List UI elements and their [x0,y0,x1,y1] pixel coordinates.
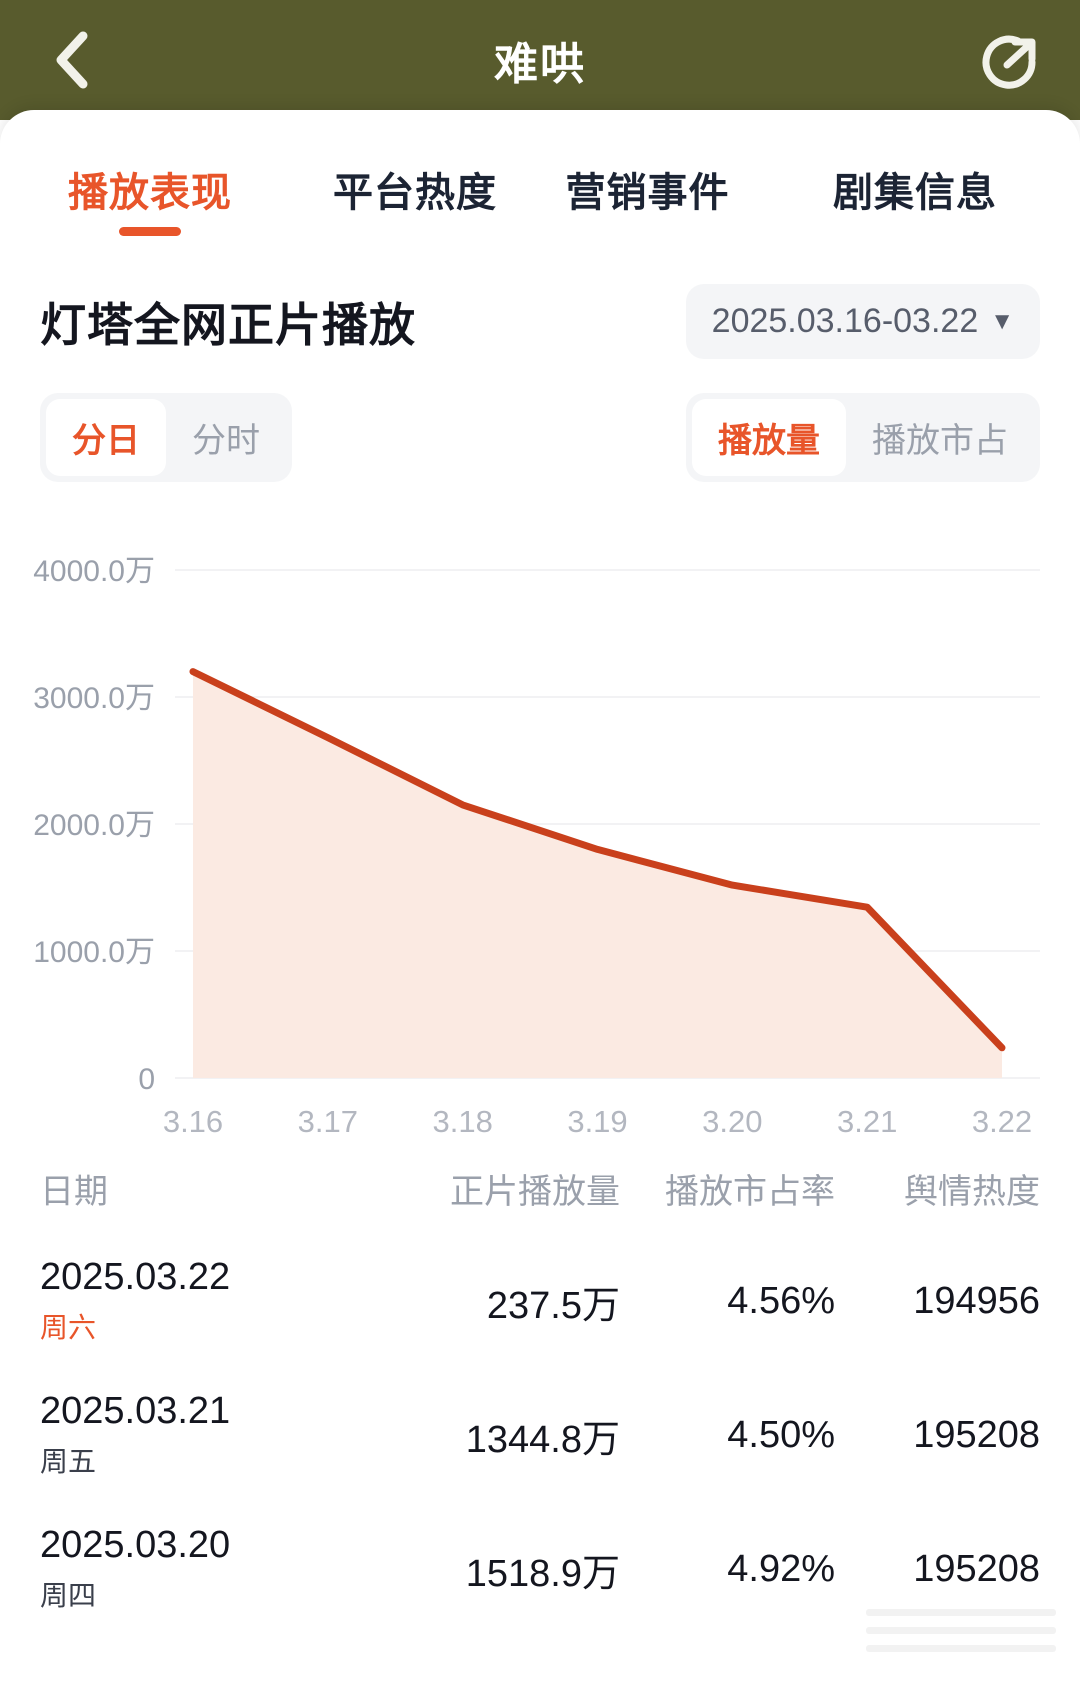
svg-text:0: 0 [138,1063,155,1096]
row-weekday: 周四 [40,1580,97,1612]
tab-label: 平台热度 [333,171,497,215]
granularity-option-daily[interactable]: 分日 [46,399,166,476]
page-title: 难哄 [494,40,586,89]
cell-heat: 195208 [913,1547,1040,1590]
table-row[interactable]: 2025.03.21 周五 1344.8万 4.50% 195208 [40,1368,1040,1502]
column-header-plays: 正片播放量 [450,1172,620,1211]
panel-header: 灯塔全网正片播放 2025.03.16-03.22 ▼ [0,244,1080,359]
tab-platform-heat[interactable]: 平台热度 [300,160,530,244]
row-weekday: 周五 [40,1446,97,1478]
svg-text:3.21: 3.21 [837,1104,897,1139]
cell-plays: 1344.8万 [465,1418,620,1461]
chart-svg: 4000.0万3000.0万2000.0万1000.0万0 3.16 3.17 3.… [33,555,1040,1139]
table-row[interactable]: 2025.03.20 周四 1518.9万 4.92% 195208 [40,1502,1040,1636]
cell-share: 4.50% [727,1413,835,1456]
panel-title: 灯塔全网正片播放 [40,298,416,351]
svg-text:3.16: 3.16 [163,1104,223,1139]
cell-share: 4.56% [727,1279,835,1322]
svg-text:3.22: 3.22 [972,1104,1032,1139]
table-row[interactable]: 2025.03.22 周六 237.5万 4.56% 194956 [40,1234,1040,1368]
svg-text:3.19: 3.19 [567,1104,627,1139]
cell-date: 2025.03.21 周五 [40,1390,370,1481]
back-button[interactable] [36,25,106,95]
chevron-left-icon [56,31,88,89]
share-button[interactable] [974,25,1044,95]
metric-segmented-control: 播放量 播放市占 [686,393,1040,482]
svg-text:3.17: 3.17 [298,1104,358,1139]
metric-option-marketshare[interactable]: 播放市占 [846,399,1034,476]
tab-label: 播放表现 [68,171,232,215]
tab-active-indicator [119,227,181,236]
svg-text:3.20: 3.20 [702,1104,762,1139]
cell-heat: 194956 [913,1279,1040,1322]
chart-y-axis-labels: 4000.0万 3000.0万 2000.0万 1000.0万 0 [33,555,155,1096]
metric-option-playcount[interactable]: 播放量 [692,399,846,476]
content-sheet: 播放表现 平台热度 营销事件 剧集信息 灯塔全网正片播放 2025.03.16-… [0,110,1080,1687]
top-navbar: 难哄 [0,0,1080,120]
playback-area-chart[interactable]: 4000.0万 3000.0万 2000.0万 1000.0万 0 3.16 3.17 3.… [0,502,1080,1142]
cell-share: 4.92% [727,1547,835,1590]
control-row: 分日 分时 播放量 播放市占 [0,359,1080,482]
chevron-down-icon: ▼ [990,307,1014,335]
row-date: 2025.03.20 [40,1523,231,1566]
cell-heat: 195208 [913,1413,1040,1456]
column-header-date: 日期 [40,1172,108,1211]
daily-stats-table: 日期 正片播放量 播放市占率 舆情热度 2025.03.22 周六 237.5万… [0,1142,1080,1636]
tab-playback-performance[interactable]: 播放表现 [0,160,300,244]
row-date: 2025.03.21 [40,1389,231,1432]
svg-text:3000.0万: 3000.0万 [33,682,155,715]
column-header-share: 播放市占率 [665,1172,835,1211]
tab-marketing-events[interactable]: 营销事件 [530,160,765,244]
tab-label: 剧集信息 [833,171,997,215]
granularity-segmented-control: 分日 分时 [40,393,292,482]
chart-x-axis-labels: 3.16 3.17 3.18 3.19 3.20 3.21 3.22 [163,1104,1032,1139]
svg-text:1000.0万: 1000.0万 [33,936,155,969]
svg-text:3.18: 3.18 [432,1104,492,1139]
share-circle-icon [982,35,1036,89]
row-date: 2025.03.22 [40,1255,231,1298]
app-root: 难哄 播放表现 平台热度 营销事件 剧集信息 灯塔全网正片播放 2025.03.… [0,0,1080,1687]
date-range-picker[interactable]: 2025.03.16-03.22 ▼ [685,284,1040,359]
granularity-option-hourly[interactable]: 分时 [166,399,286,476]
table-header-row: 日期 正片播放量 播放市占率 舆情热度 [40,1142,1040,1234]
tab-series-info[interactable]: 剧集信息 [765,160,1065,244]
tab-label: 营销事件 [565,171,730,215]
date-range-label: 2025.03.16-03.22 [711,302,979,340]
cell-plays: 1518.9万 [465,1552,620,1595]
row-weekday: 周六 [40,1312,97,1344]
cell-plays: 237.5万 [486,1284,620,1327]
column-header-heat: 舆情热度 [904,1172,1040,1211]
svg-text:2000.0万: 2000.0万 [33,809,155,842]
tab-bar: 播放表现 平台热度 营销事件 剧集信息 [0,110,1080,244]
cell-date: 2025.03.22 周六 [40,1256,370,1347]
cell-date: 2025.03.20 周四 [40,1524,370,1615]
svg-text:4000.0万: 4000.0万 [33,555,155,588]
